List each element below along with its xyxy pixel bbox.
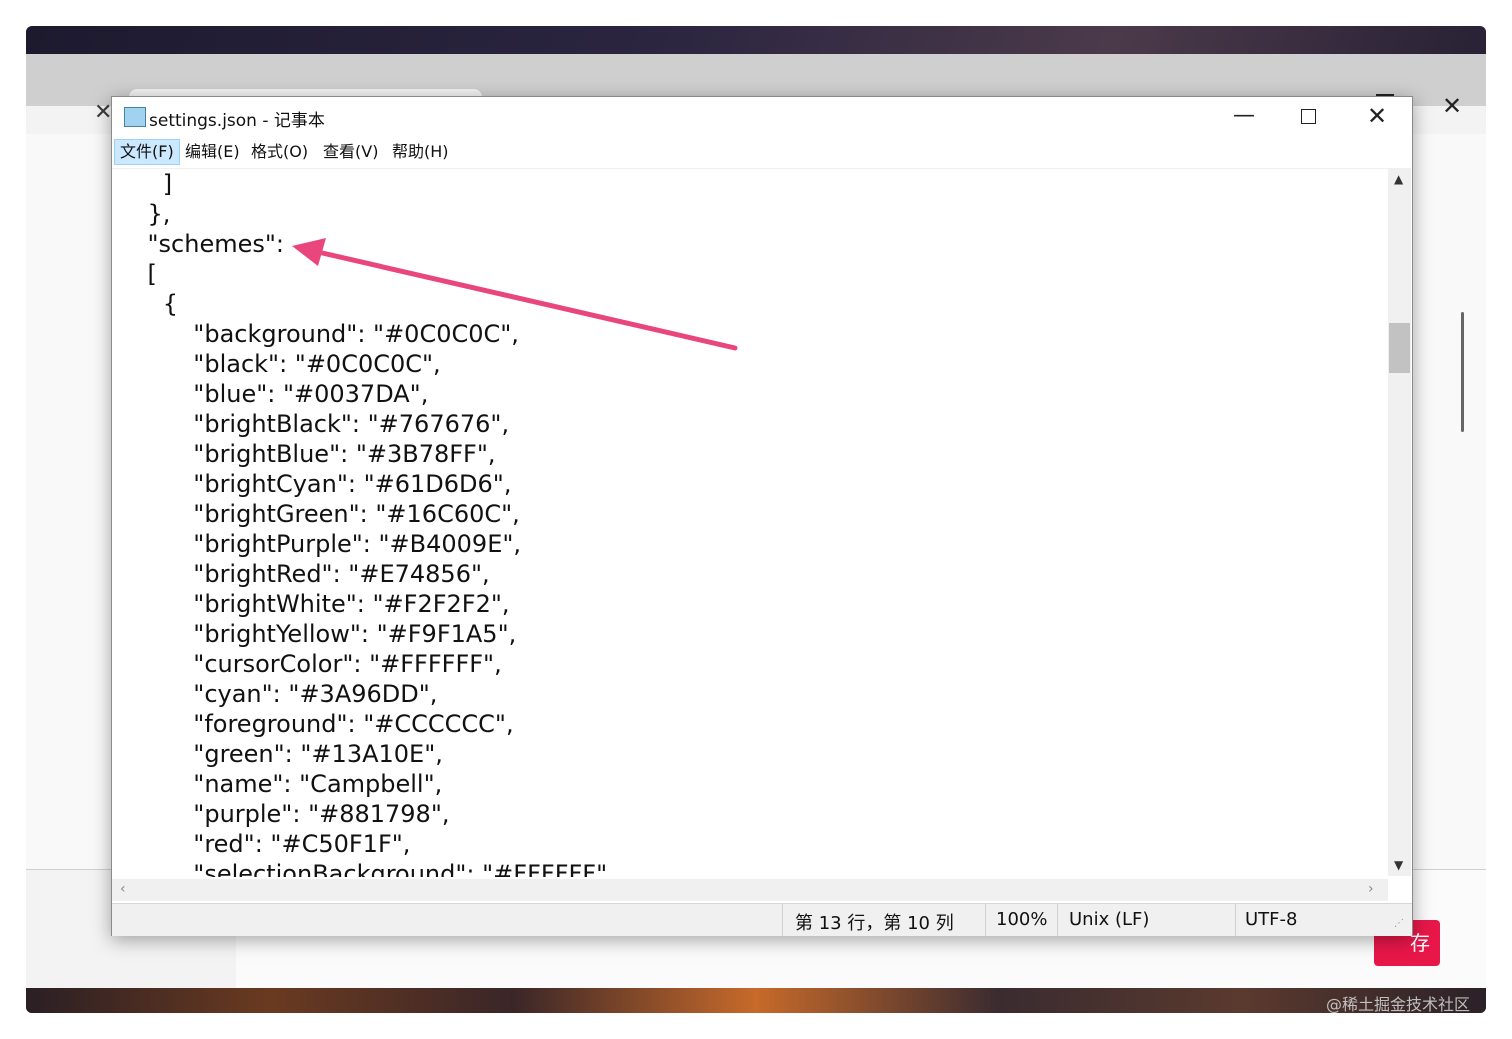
title-bar: settings.json - 记事本 — ✕: [112, 97, 1412, 135]
scroll-up-icon[interactable]: ▲: [1394, 172, 1403, 186]
close-button[interactable]: ✕: [1367, 102, 1387, 130]
scroll-left-icon[interactable]: ‹: [120, 881, 126, 897]
cursor-position: 第 13 行，第 10 列: [795, 913, 954, 934]
window-title: settings.json - 记事本: [149, 111, 325, 131]
resize-grip-icon[interactable]: ⋰: [1394, 918, 1404, 929]
menu-bar: 文件(F) 编辑(E) 格式(O) 查看(V) 帮助(H): [112, 138, 1412, 166]
status-bar: 第 13 行，第 10 列 100% Unix (LF) UTF-8 ⋰: [112, 903, 1412, 936]
line-ending: Unix (LF): [1069, 909, 1150, 930]
encoding: UTF-8: [1245, 909, 1298, 930]
zoom-level: 100%: [996, 909, 1048, 930]
menu-help[interactable]: 帮助(H): [387, 140, 454, 164]
notepad-window: settings.json - 记事本 — ✕ 文件(F) 编辑(E) 格式(O…: [111, 96, 1413, 936]
scroll-down-icon[interactable]: ▼: [1394, 858, 1403, 872]
menu-format[interactable]: 格式(O): [246, 140, 313, 164]
notepad-icon: [124, 107, 146, 127]
close-icon[interactable]: ✕: [94, 100, 112, 125]
scroll-right-icon[interactable]: ›: [1368, 881, 1374, 897]
menu-edit[interactable]: 编辑(E): [180, 140, 245, 164]
minimize-button[interactable]: —: [1233, 103, 1255, 128]
wallpaper-strip: [26, 988, 1486, 1013]
status-separator: [1057, 904, 1058, 936]
close-window-button[interactable]: ✕: [1442, 92, 1462, 120]
maximize-button[interactable]: [1301, 109, 1316, 124]
status-separator: [782, 904, 783, 936]
scrollbar-thumb[interactable]: [1389, 323, 1410, 373]
menu-view[interactable]: 查看(V): [318, 140, 383, 164]
status-separator: [985, 904, 986, 936]
watermark: @稀土掘金技术社区: [1325, 995, 1470, 1013]
status-separator: [1235, 904, 1236, 936]
menu-file[interactable]: 文件(F): [114, 139, 180, 165]
horizontal-scrollbar[interactable]: ‹ ›: [112, 879, 1388, 901]
scrollbar[interactable]: [1461, 312, 1464, 432]
text-editor[interactable]: ] }, "schemes": [ { "background": "#0C0C…: [112, 168, 1388, 877]
vertical-scrollbar[interactable]: ▲ ▼: [1388, 168, 1411, 876]
editor-content[interactable]: ] }, "schemes": [ { "background": "#0C0C…: [117, 169, 615, 877]
